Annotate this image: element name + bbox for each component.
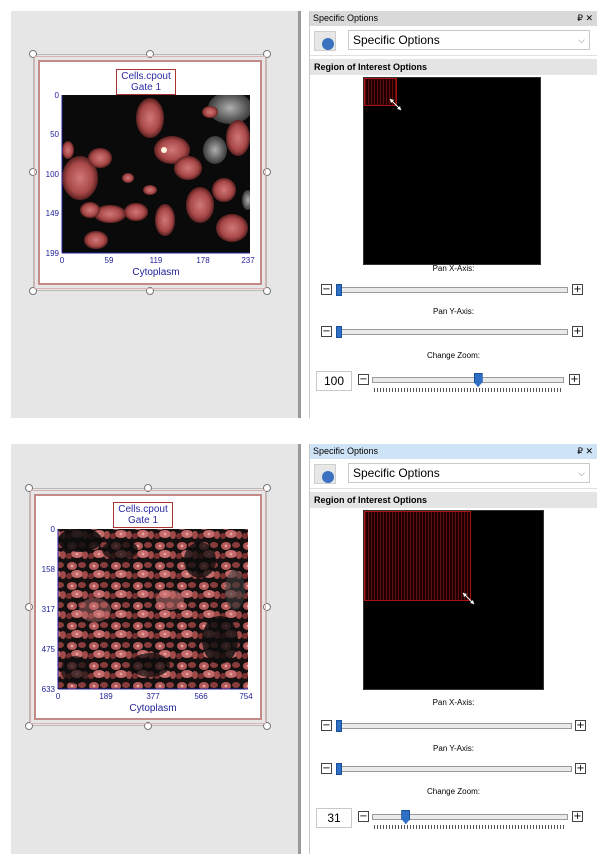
pan-x-label: Pan X-Axis:: [432, 264, 475, 273]
wrench-icon: [314, 464, 336, 484]
options-panel-bottom: Specific Options ₽ ✕ Specific Options ⌵ …: [309, 444, 597, 854]
roi-overview[interactable]: [363, 77, 541, 265]
y-tick-label: 475: [42, 645, 56, 654]
pan-x-thumb[interactable]: [336, 720, 342, 732]
resize-arrow-icon[interactable]: [461, 591, 477, 607]
panel-title: Specific Options: [313, 13, 379, 23]
pan-x-plus-button[interactable]: +: [572, 284, 583, 295]
x-axis-ticks: 0 189 377 566 754: [56, 692, 253, 701]
y-tick-label: 158: [42, 565, 56, 574]
chevron-down-icon: ⌵: [578, 468, 585, 478]
wrench-icon: [314, 31, 336, 51]
x-tick-label: 0: [56, 692, 61, 701]
panel-window-buttons: ₽ ✕: [577, 11, 593, 26]
options-selector-row: Specific Options ⌵: [310, 26, 597, 56]
options-panel-top: Specific Options ₽ ✕ Specific Options ⌵ …: [309, 11, 597, 418]
zoom-value-field[interactable]: 31: [316, 808, 352, 828]
zoom-plus-button[interactable]: +: [572, 811, 583, 822]
pan-x-label: Pan X-Axis:: [432, 698, 475, 707]
pan-x-minus-button[interactable]: −: [321, 284, 332, 295]
close-icon[interactable]: ✕: [585, 13, 593, 23]
zoom-thumb[interactable]: [473, 373, 483, 387]
pan-y-minus-button[interactable]: −: [321, 763, 332, 774]
pan-y-label: Pan Y-Axis:: [433, 744, 474, 753]
screenshot-root: Cells.cpout Gate 1 0 50 100 149 199 0 59…: [0, 0, 606, 859]
panel-title: Specific Options: [313, 446, 379, 456]
pan-y-plus-button[interactable]: +: [575, 763, 586, 774]
pan-y-label: Pan Y-Axis:: [433, 307, 474, 316]
zoom-label: Change Zoom:: [427, 351, 480, 360]
x-axis-title: Cytoplasm: [129, 703, 176, 714]
pin-icon[interactable]: ₽: [577, 13, 583, 23]
options-dropdown[interactable]: Specific Options ⌵: [348, 30, 590, 50]
image-plot-bottom: 0 158 317 475 633 0 189 377 566 754 Cyto…: [42, 525, 254, 714]
pin-icon[interactable]: ₽: [577, 446, 583, 456]
panel-title-bar[interactable]: Specific Options ₽ ✕: [310, 11, 597, 26]
zoom-value-field[interactable]: 100: [316, 371, 352, 391]
roi-overview[interactable]: [363, 510, 544, 690]
roi-rectangle[interactable]: [364, 511, 471, 601]
options-selector-row: Specific Options ⌵: [310, 459, 597, 489]
panel-title-bar[interactable]: Specific Options ₽ ✕: [310, 444, 597, 459]
pan-x-slider[interactable]: [336, 723, 572, 729]
zoom-plus-button[interactable]: +: [569, 374, 580, 385]
pan-y-thumb[interactable]: [336, 326, 342, 338]
pan-y-minus-button[interactable]: −: [321, 326, 332, 337]
pan-x-slider[interactable]: [336, 287, 568, 293]
zoom-tick-marks: [374, 388, 562, 392]
zoom-thumb[interactable]: [401, 810, 411, 824]
x-tick-label: 754: [239, 692, 253, 701]
pan-x-minus-button[interactable]: −: [321, 720, 332, 731]
pan-y-slider[interactable]: [336, 766, 572, 772]
y-tick-label: 633: [42, 685, 56, 694]
pan-x-thumb[interactable]: [336, 284, 342, 296]
options-dropdown[interactable]: Specific Options ⌵: [348, 463, 590, 483]
zoom-minus-button[interactable]: −: [358, 374, 369, 385]
panel-window-buttons: ₽ ✕: [577, 444, 593, 459]
section-header: Region of Interest Options: [310, 492, 597, 508]
zoom-tick-marks: [374, 825, 566, 829]
x-tick-label: 566: [194, 692, 208, 701]
y-axis-ticks: 0 158 317 475 633: [42, 525, 56, 694]
zoom-label: Change Zoom:: [427, 787, 480, 796]
pan-y-thumb[interactable]: [336, 763, 342, 775]
options-dropdown-value: Specific Options: [353, 33, 440, 47]
chevron-down-icon: ⌵: [578, 35, 585, 45]
zoom-slider[interactable]: [372, 377, 564, 383]
resize-arrow-icon[interactable]: [388, 97, 404, 113]
close-icon[interactable]: ✕: [585, 446, 593, 456]
x-tick-label: 189: [99, 692, 113, 701]
y-tick-label: 0: [51, 525, 56, 534]
pan-x-plus-button[interactable]: +: [575, 720, 586, 731]
pan-y-plus-button[interactable]: +: [572, 326, 583, 337]
zoom-minus-button[interactable]: −: [358, 811, 369, 822]
section-header: Region of Interest Options: [310, 59, 597, 75]
x-tick-label: 377: [146, 692, 160, 701]
pan-y-slider[interactable]: [336, 329, 568, 335]
options-dropdown-value: Specific Options: [353, 466, 440, 480]
y-tick-label: 317: [42, 605, 56, 614]
